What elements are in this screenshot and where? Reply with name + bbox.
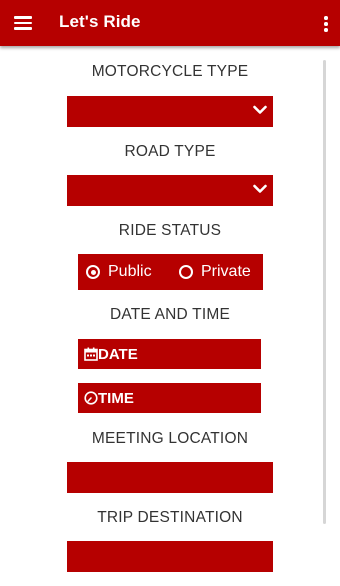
date-time-label: DATE AND TIME: [109, 306, 230, 323]
ride-status-radio-group: Public Private: [78, 254, 263, 290]
meeting-location-label: MEETING LOCATION: [91, 430, 249, 447]
date-button-label: DATE: [98, 345, 138, 363]
scrollbar[interactable]: [323, 60, 326, 524]
date-button[interactable]: DATE: [78, 339, 261, 369]
radio-public-label: Public: [108, 263, 152, 280]
trip-destination-input[interactable]: [67, 541, 273, 572]
road-type-dropdown[interactable]: [67, 175, 273, 206]
radio-private[interactable]: Private: [179, 254, 251, 290]
time-button[interactable]: TIME: [78, 383, 261, 413]
radio-private-label: Private: [201, 263, 251, 280]
motorcycle-type-label: MOTORCYCLE TYPE: [91, 63, 249, 80]
chevron-down-icon: [253, 105, 267, 114]
ride-status-label: RIDE STATUS: [118, 222, 222, 239]
app-title: Let's Ride: [59, 12, 141, 31]
radio-checked-icon: [86, 265, 100, 279]
trip-destination-label: TRIP DESTINATION: [97, 509, 243, 526]
time-button-label: TIME: [98, 389, 134, 407]
radio-public[interactable]: Public: [86, 254, 152, 290]
more-vert-icon[interactable]: [324, 16, 328, 32]
road-type-label: ROAD TYPE: [124, 143, 216, 160]
chevron-down-icon: [253, 184, 267, 193]
radio-unchecked-icon: [179, 265, 193, 279]
clock-icon: [84, 391, 98, 405]
motorcycle-type-dropdown[interactable]: [67, 96, 273, 127]
hamburger-menu-icon[interactable]: [14, 16, 32, 30]
calendar-icon: [84, 347, 98, 361]
meeting-location-input[interactable]: [67, 462, 273, 493]
app-bar: Let's Ride: [0, 0, 340, 46]
